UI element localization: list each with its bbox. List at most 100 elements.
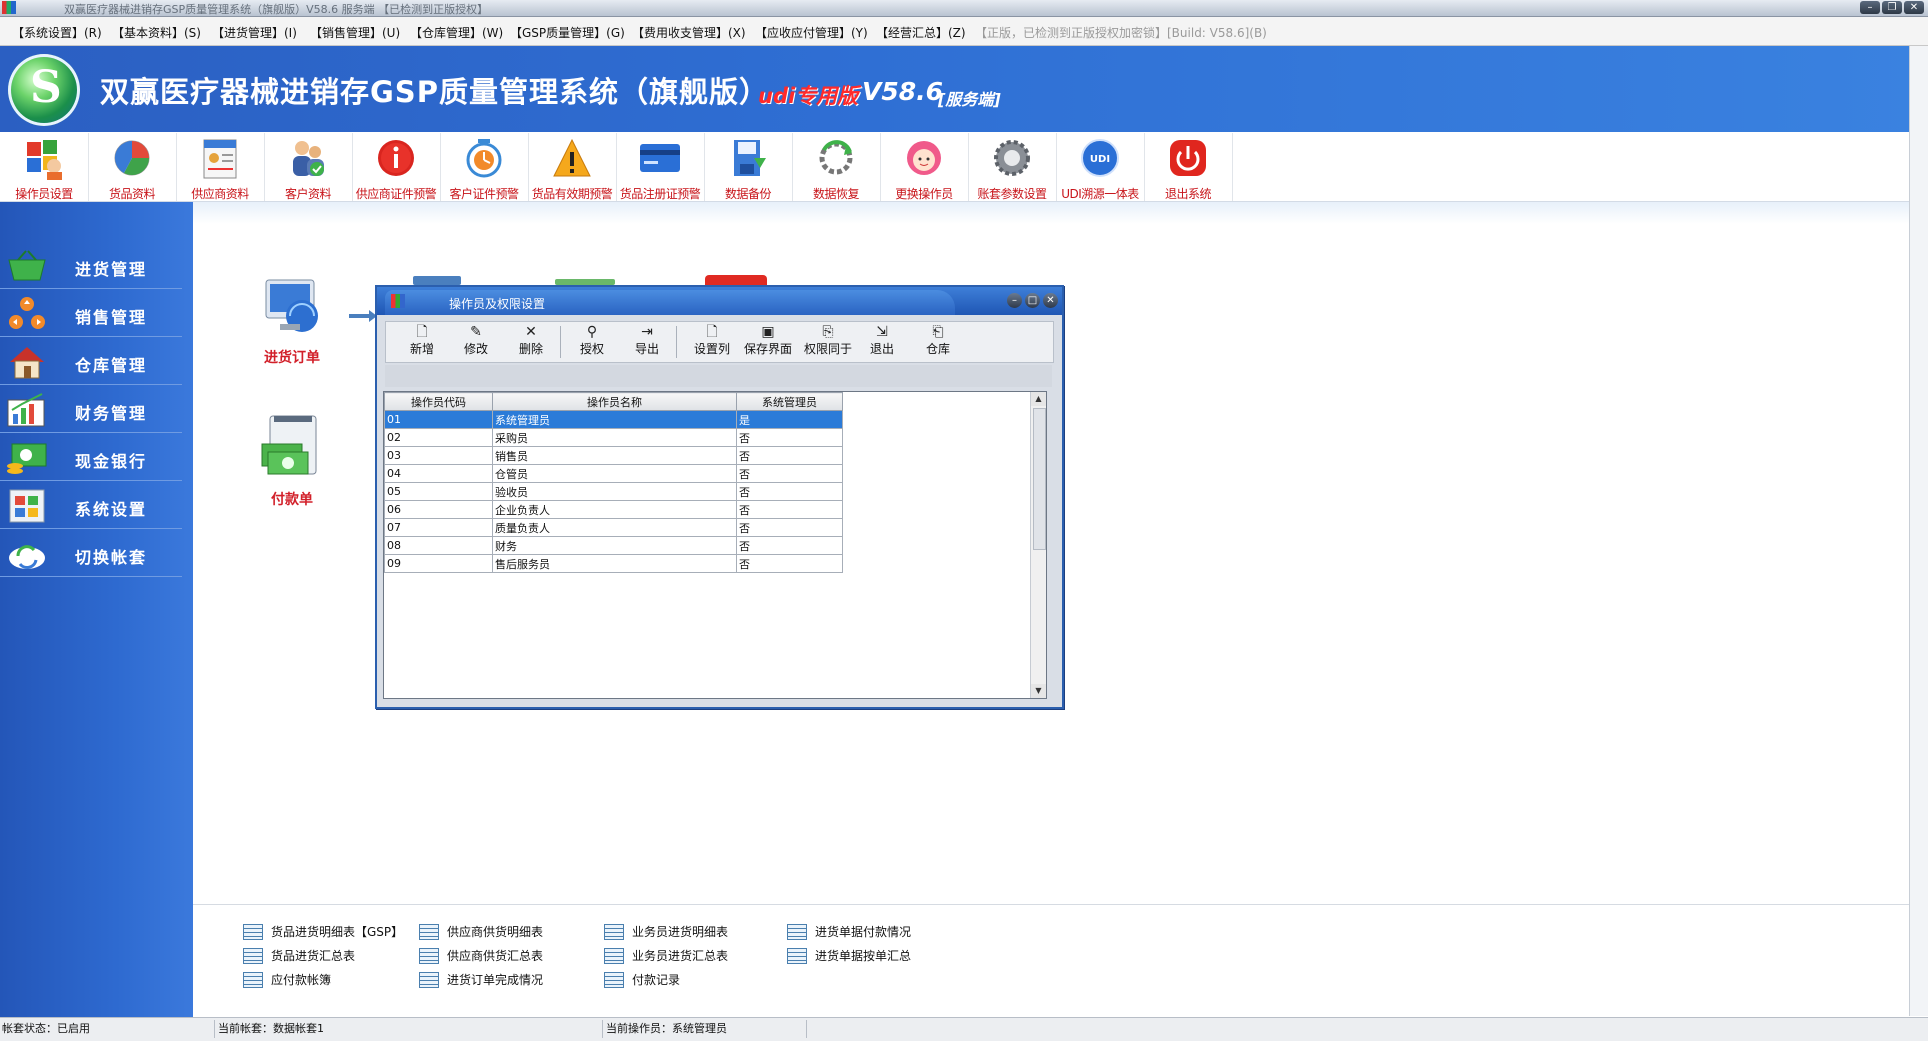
table-row[interactable]: 05 验收员否 [384, 482, 843, 501]
menu-system-settings[interactable]: 【系统设置】(R) [12, 24, 102, 41]
dialog-close-icon[interactable]: ✕ [1043, 293, 1058, 308]
copy-permissions-button[interactable]: ⎘ 权限同于 [800, 324, 856, 360]
cell-admin[interactable]: 否 [736, 500, 843, 519]
edit-button[interactable]: ✎ 修改 [458, 324, 494, 360]
warning-icon [553, 138, 591, 177]
cell-code[interactable]: 03 [384, 446, 493, 465]
cell-name[interactable]: 仓管员 [492, 464, 737, 483]
column-header-name[interactable]: 操作员名称 [492, 392, 737, 411]
toolbar-registration-alert[interactable]: 货品注册证预警 [616, 133, 705, 201]
toolbar-restore[interactable]: 数据恢复 [792, 133, 881, 201]
menu-expense[interactable]: 【费用收支管理】(X) [632, 24, 746, 41]
new-button[interactable]: 🗋 新增 [404, 324, 440, 360]
save-layout-button[interactable]: ▣ 保存界面 [740, 324, 796, 360]
table-row[interactable]: 01 系统管理员是 [384, 410, 843, 429]
cell-name[interactable]: 采购员 [492, 428, 737, 447]
menu-basic-data[interactable]: 【基本资料】(S) [112, 24, 201, 41]
payment-icon[interactable] [260, 414, 326, 482]
cell-code[interactable]: 04 [384, 464, 493, 483]
toolbar-switch-operator[interactable]: 更换操作员 [880, 133, 969, 201]
cell-code[interactable]: 07 [384, 518, 493, 537]
toolbar-operator-settings[interactable]: 操作员设置 [0, 133, 89, 201]
sidebar-item-cash-bank[interactable]: 现金银行 [0, 434, 182, 481]
dialog-titlebar[interactable]: 操作员及权限设置 – □ ✕ [377, 287, 1062, 315]
close-icon[interactable]: ✕ [1904, 1, 1924, 14]
toolbar-backup[interactable]: 数据备份 [704, 133, 793, 201]
dialog-maximize-icon[interactable]: □ [1025, 293, 1040, 308]
warehouse-button[interactable]: ⎗ 仓库 [920, 324, 956, 360]
toolbar-customer-cert-alert[interactable]: 客户证件预警 [440, 133, 529, 201]
payment-label[interactable]: 付款单 [271, 489, 313, 509]
cell-name[interactable]: 财务 [492, 536, 737, 555]
cell-admin[interactable]: 否 [736, 536, 843, 555]
toolbar-goods[interactable]: 货品资料 [88, 133, 177, 201]
cell-admin[interactable]: 否 [736, 428, 843, 447]
sidebar-item-system-settings[interactable]: 系统设置 [0, 482, 182, 529]
cell-name[interactable]: 企业负责人 [492, 500, 737, 519]
cell-admin[interactable]: 否 [736, 464, 843, 483]
sidebar-item-finance[interactable]: 财务管理 [0, 386, 182, 433]
cell-admin[interactable]: 否 [736, 518, 843, 537]
cell-admin[interactable]: 否 [736, 446, 843, 465]
table-row[interactable]: 09 售后服务员否 [384, 554, 843, 573]
exit-button[interactable]: ⇲ 退出 [864, 324, 900, 360]
grid-scrollbar[interactable]: ▲ ▼ [1030, 392, 1046, 698]
cell-admin[interactable]: 否 [736, 482, 843, 501]
table-row[interactable]: 06 企业负责人否 [384, 500, 843, 519]
table-row[interactable]: 03 销售员否 [384, 446, 843, 465]
table-row[interactable]: 02 采购员否 [384, 428, 843, 447]
cell-code[interactable]: 01 [384, 410, 493, 429]
table-row[interactable]: 07 质量负责人否 [384, 518, 843, 537]
cell-name[interactable]: 系统管理员 [492, 410, 737, 429]
menu-purchase[interactable]: 【进货管理】(I) [212, 24, 297, 41]
sidebar-item-switch-account[interactable]: 切换帐套 [0, 530, 182, 577]
cell-name[interactable]: 销售员 [492, 446, 737, 465]
menu-sales[interactable]: 【销售管理】(U) [310, 24, 400, 41]
purchase-order-label[interactable]: 进货订单 [264, 347, 320, 367]
toolbar-exit[interactable]: 退出系统 [1144, 133, 1233, 201]
sidebar-item-sales[interactable]: 销售管理 [0, 290, 182, 337]
cell-code[interactable]: 02 [384, 428, 493, 447]
scroll-up-icon[interactable]: ▲ [1031, 392, 1046, 406]
toolbar-udi-table[interactable]: UDI UDI溯源一体表 [1056, 133, 1145, 201]
restore-icon[interactable]: ❐ [1882, 1, 1902, 14]
table-row[interactable]: 04 仓管员否 [384, 464, 843, 483]
cell-admin[interactable]: 是 [736, 410, 843, 429]
scroll-down-icon[interactable]: ▼ [1031, 684, 1046, 698]
export-button[interactable]: ⇥ 导出 [629, 324, 665, 360]
dialog-minimize-icon[interactable]: – [1007, 293, 1022, 308]
menu-warehouse[interactable]: 【仓库管理】(W) [410, 24, 503, 41]
column-header-code[interactable]: 操作员代码 [384, 392, 493, 411]
minimize-icon[interactable]: – [1860, 1, 1880, 14]
toolbar-supplier[interactable]: 供应商资料 [176, 133, 265, 201]
purchase-order-icon[interactable] [262, 276, 328, 342]
menu-receivable-payable[interactable]: 【应收应付管理】(Y) [755, 24, 868, 41]
dialog-title: 操作员及权限设置 [449, 297, 546, 311]
delete-x-icon: ✕ [525, 324, 537, 340]
cell-code[interactable]: 06 [384, 500, 493, 519]
cell-name[interactable]: 售后服务员 [492, 554, 737, 573]
toolbar-supplier-cert-alert[interactable]: 供应商证件预警 [352, 133, 441, 201]
sidebar-item-purchase[interactable]: 进货管理 [0, 242, 182, 289]
sidebar-item-warehouse[interactable]: 仓库管理 [0, 338, 182, 385]
columns-doc-icon: 🗋 [706, 324, 718, 340]
cell-code[interactable]: 08 [384, 536, 493, 555]
table-row[interactable]: 08 财务否 [384, 536, 843, 555]
cell-code[interactable]: 09 [384, 554, 493, 573]
scroll-thumb[interactable] [1033, 408, 1046, 550]
toolbar-customer[interactable]: 客户资料 [264, 133, 353, 201]
new-doc-icon: 🗋 [416, 324, 428, 340]
authorize-button[interactable]: ⚲ 授权 [574, 324, 610, 360]
toolbar-account-params[interactable]: 账套参数设置 [968, 133, 1057, 201]
cell-code[interactable]: 05 [384, 482, 493, 501]
set-columns-button[interactable]: 🗋 设置列 [690, 324, 734, 360]
menu-gsp-quality[interactable]: 【GSP质量管理】(G) [510, 24, 625, 41]
operator-grid[interactable]: 操作员代码 操作员名称 系统管理员 01 系统管理员是 02 采购员否 03 销售员否 04… [383, 391, 1047, 699]
toolbar-expiry-alert[interactable]: 货品有效期预警 [528, 133, 617, 201]
column-header-admin[interactable]: 系统管理员 [736, 392, 843, 411]
cell-name[interactable]: 质量负责人 [492, 518, 737, 537]
menu-summary[interactable]: 【经营汇总】(Z) [876, 24, 966, 41]
delete-button[interactable]: ✕ 删除 [513, 324, 549, 360]
cell-admin[interactable]: 否 [736, 554, 843, 573]
cell-name[interactable]: 验收员 [492, 482, 737, 501]
